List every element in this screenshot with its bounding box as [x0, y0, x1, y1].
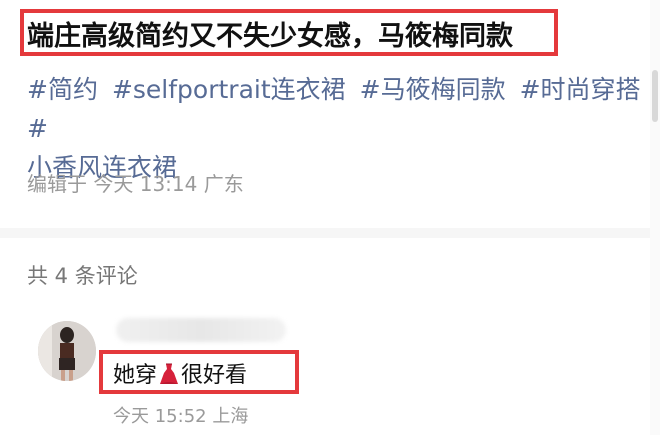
avatar-image [38, 321, 96, 381]
blurred-username [116, 318, 286, 342]
comment-count: 共 4 条评论 [27, 264, 138, 288]
comment-text: 她穿 很好看 [113, 357, 247, 389]
vertical-scrollbar[interactable] [650, 0, 660, 435]
dress-icon [160, 363, 179, 384]
section-divider [0, 228, 660, 238]
comment-text-part-2: 很好看 [181, 363, 248, 388]
post-edit-meta: 编辑于 今天 13:14 广东 [27, 168, 244, 197]
post-detail-page: 端庄高级简约又不失少女感，马筱梅同款 #简约 #selfportrait连衣裙 #马… [0, 0, 660, 435]
edit-location: 广东 [203, 172, 244, 196]
tag-partial[interactable]: # [27, 114, 48, 143]
tag-selfportrait-dress[interactable]: #selfportrait连衣裙 [112, 75, 346, 104]
tag-fashion-outfit[interactable]: #时尚穿搭 [520, 75, 641, 104]
edit-time: 今天 13:14 [93, 172, 198, 196]
comment-location: 上海 [212, 406, 249, 427]
post-title: 端庄高级简约又不失少女感，马筱梅同款 [27, 21, 513, 52]
comment-time: 今天 15:52 [113, 406, 207, 427]
avatar[interactable] [38, 321, 96, 381]
scrollbar-thumb[interactable] [652, 70, 658, 122]
comment-text-part-1: 她穿 [113, 363, 158, 388]
tag-simple[interactable]: #简约 [27, 75, 98, 104]
tag-ma-xiaomei-same-style[interactable]: #马筱梅同款 [360, 75, 506, 104]
edit-prefix: 编辑于 [27, 172, 87, 196]
comment-meta: 今天 15:52 上海 [113, 402, 248, 428]
